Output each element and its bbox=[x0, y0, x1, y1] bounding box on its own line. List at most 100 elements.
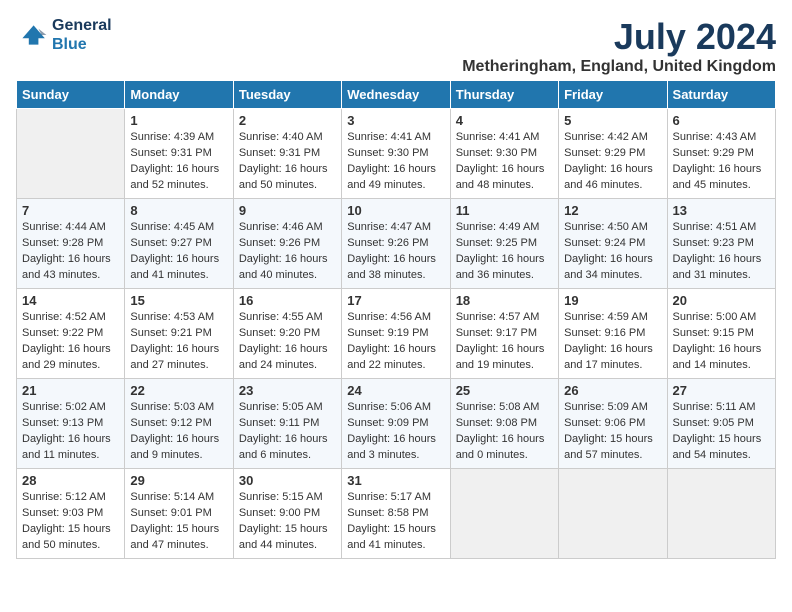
day-cell: 14 Sunrise: 4:52 AMSunset: 9:22 PMDayligh… bbox=[17, 289, 125, 379]
day-info: Sunrise: 4:40 AMSunset: 9:31 PMDaylight:… bbox=[239, 130, 336, 194]
day-info: Sunrise: 5:06 AMSunset: 9:09 PMDaylight:… bbox=[347, 400, 444, 464]
day-number: 17 bbox=[347, 293, 444, 308]
day-number: 27 bbox=[673, 383, 770, 398]
calendar-table: SundayMondayTuesdayWednesdayThursdayFrid… bbox=[16, 80, 776, 559]
day-cell: 4 Sunrise: 4:41 AMSunset: 9:30 PMDaylight… bbox=[450, 109, 558, 199]
col-header-friday: Friday bbox=[559, 81, 667, 109]
day-cell: 26Sunrise: 5:09 AMSunset: 9:06 PMDayligh… bbox=[559, 379, 667, 469]
logo-line1: General bbox=[52, 16, 112, 35]
day-cell bbox=[559, 469, 667, 559]
day-info: Sunrise: 4:41 AMSunset: 9:30 PMDaylight:… bbox=[456, 130, 553, 194]
month-title: July 2024 bbox=[462, 16, 776, 58]
day-number: 14 bbox=[22, 293, 119, 308]
day-number: 11 bbox=[456, 203, 553, 218]
day-cell: 19Sunrise: 4:59 AMSunset: 9:16 PMDayligh… bbox=[559, 289, 667, 379]
day-info: Sunrise: 4:53 AMSunset: 9:21 PMDaylight:… bbox=[130, 310, 227, 374]
page-header: General Blue July 2024 Metheringham, Eng… bbox=[16, 16, 776, 76]
logo-line2: Blue bbox=[52, 35, 112, 54]
col-header-thursday: Thursday bbox=[450, 81, 558, 109]
day-cell: 9 Sunrise: 4:46 AMSunset: 9:26 PMDaylight… bbox=[233, 199, 341, 289]
day-info: Sunrise: 4:39 AMSunset: 9:31 PMDaylight:… bbox=[130, 130, 227, 194]
day-number: 28 bbox=[22, 473, 119, 488]
day-cell: 11 Sunrise: 4:49 AMSunset: 9:25 PMDayligh… bbox=[450, 199, 558, 289]
col-header-sunday: Sunday bbox=[17, 81, 125, 109]
logo-icon bbox=[16, 19, 48, 51]
day-number: 7 bbox=[22, 203, 119, 218]
logo: General Blue bbox=[16, 16, 112, 54]
day-info: Sunrise: 4:44 AMSunset: 9:28 PMDaylight:… bbox=[22, 220, 119, 284]
day-cell: 17 Sunrise: 4:56 AMSunset: 9:19 PMDayligh… bbox=[342, 289, 450, 379]
day-info: Sunrise: 4:51 AMSunset: 9:23 PMDaylight:… bbox=[673, 220, 770, 284]
day-number: 15 bbox=[130, 293, 227, 308]
calendar-header-row: SundayMondayTuesdayWednesdayThursdayFrid… bbox=[17, 81, 776, 109]
day-cell: 10 Sunrise: 4:47 AMSunset: 9:26 PMDayligh… bbox=[342, 199, 450, 289]
day-cell bbox=[667, 469, 775, 559]
day-number: 6 bbox=[673, 113, 770, 128]
day-number: 22 bbox=[130, 383, 227, 398]
day-number: 25 bbox=[456, 383, 553, 398]
day-number: 16 bbox=[239, 293, 336, 308]
day-number: 1 bbox=[130, 113, 227, 128]
location-title: Metheringham, England, United Kingdom bbox=[462, 58, 776, 76]
day-info: Sunrise: 5:17 AMSunset: 8:58 PMDaylight:… bbox=[347, 490, 444, 554]
day-number: 31 bbox=[347, 473, 444, 488]
day-cell bbox=[450, 469, 558, 559]
day-cell: 5 Sunrise: 4:42 AMSunset: 9:29 PMDaylight… bbox=[559, 109, 667, 199]
col-header-monday: Monday bbox=[125, 81, 233, 109]
week-row-3: 14 Sunrise: 4:52 AMSunset: 9:22 PMDayligh… bbox=[17, 289, 776, 379]
day-info: Sunrise: 5:03 AMSunset: 9:12 PMDaylight:… bbox=[130, 400, 227, 464]
day-number: 4 bbox=[456, 113, 553, 128]
day-number: 23 bbox=[239, 383, 336, 398]
day-info: Sunrise: 4:56 AMSunset: 9:19 PMDaylight:… bbox=[347, 310, 444, 374]
day-number: 12 bbox=[564, 203, 661, 218]
day-info: Sunrise: 4:47 AMSunset: 9:26 PMDaylight:… bbox=[347, 220, 444, 284]
day-number: 5 bbox=[564, 113, 661, 128]
day-number: 9 bbox=[239, 203, 336, 218]
week-row-5: 28 Sunrise: 5:12 AMSunset: 9:03 PMDayligh… bbox=[17, 469, 776, 559]
day-info: Sunrise: 4:57 AMSunset: 9:17 PMDaylight:… bbox=[456, 310, 553, 374]
day-info: Sunrise: 4:49 AMSunset: 9:25 PMDaylight:… bbox=[456, 220, 553, 284]
day-info: Sunrise: 5:11 AMSunset: 9:05 PMDaylight:… bbox=[673, 400, 770, 464]
day-info: Sunrise: 4:42 AMSunset: 9:29 PMDaylight:… bbox=[564, 130, 661, 194]
day-cell: 22 Sunrise: 5:03 AMSunset: 9:12 PMDayligh… bbox=[125, 379, 233, 469]
week-row-1: 1 Sunrise: 4:39 AMSunset: 9:31 PMDaylight… bbox=[17, 109, 776, 199]
day-cell: 18 Sunrise: 4:57 AMSunset: 9:17 PMDayligh… bbox=[450, 289, 558, 379]
day-cell: 29Sunrise: 5:14 AMSunset: 9:01 PMDayligh… bbox=[125, 469, 233, 559]
day-cell: 30 Sunrise: 5:15 AMSunset: 9:00 PMDayligh… bbox=[233, 469, 341, 559]
col-header-tuesday: Tuesday bbox=[233, 81, 341, 109]
day-cell: 21 Sunrise: 5:02 AMSunset: 9:13 PMDayligh… bbox=[17, 379, 125, 469]
week-row-4: 21 Sunrise: 5:02 AMSunset: 9:13 PMDayligh… bbox=[17, 379, 776, 469]
day-info: Sunrise: 4:52 AMSunset: 9:22 PMDaylight:… bbox=[22, 310, 119, 374]
day-cell: 7 Sunrise: 4:44 AMSunset: 9:28 PMDaylight… bbox=[17, 199, 125, 289]
week-row-2: 7 Sunrise: 4:44 AMSunset: 9:28 PMDaylight… bbox=[17, 199, 776, 289]
day-number: 18 bbox=[456, 293, 553, 308]
day-number: 24 bbox=[347, 383, 444, 398]
col-header-wednesday: Wednesday bbox=[342, 81, 450, 109]
day-info: Sunrise: 4:55 AMSunset: 9:20 PMDaylight:… bbox=[239, 310, 336, 374]
day-info: Sunrise: 5:08 AMSunset: 9:08 PMDaylight:… bbox=[456, 400, 553, 464]
day-number: 3 bbox=[347, 113, 444, 128]
day-number: 29 bbox=[130, 473, 227, 488]
day-cell: 13 Sunrise: 4:51 AMSunset: 9:23 PMDayligh… bbox=[667, 199, 775, 289]
day-cell: 1 Sunrise: 4:39 AMSunset: 9:31 PMDaylight… bbox=[125, 109, 233, 199]
day-cell: 2Sunrise: 4:40 AMSunset: 9:31 PMDaylight… bbox=[233, 109, 341, 199]
day-info: Sunrise: 4:41 AMSunset: 9:30 PMDaylight:… bbox=[347, 130, 444, 194]
day-info: Sunrise: 5:02 AMSunset: 9:13 PMDaylight:… bbox=[22, 400, 119, 464]
day-cell bbox=[17, 109, 125, 199]
day-info: Sunrise: 4:46 AMSunset: 9:26 PMDaylight:… bbox=[239, 220, 336, 284]
day-info: Sunrise: 4:50 AMSunset: 9:24 PMDaylight:… bbox=[564, 220, 661, 284]
day-info: Sunrise: 5:12 AMSunset: 9:03 PMDaylight:… bbox=[22, 490, 119, 554]
day-number: 13 bbox=[673, 203, 770, 218]
day-info: Sunrise: 5:00 AMSunset: 9:15 PMDaylight:… bbox=[673, 310, 770, 374]
day-cell: 8Sunrise: 4:45 AMSunset: 9:27 PMDaylight… bbox=[125, 199, 233, 289]
day-info: Sunrise: 4:45 AMSunset: 9:27 PMDaylight:… bbox=[130, 220, 227, 284]
day-cell: 27 Sunrise: 5:11 AMSunset: 9:05 PMDayligh… bbox=[667, 379, 775, 469]
day-number: 10 bbox=[347, 203, 444, 218]
day-number: 30 bbox=[239, 473, 336, 488]
day-number: 19 bbox=[564, 293, 661, 308]
day-cell: 3 Sunrise: 4:41 AMSunset: 9:30 PMDaylight… bbox=[342, 109, 450, 199]
day-number: 21 bbox=[22, 383, 119, 398]
day-number: 20 bbox=[673, 293, 770, 308]
day-cell: 16 Sunrise: 4:55 AMSunset: 9:20 PMDayligh… bbox=[233, 289, 341, 379]
day-info: Sunrise: 5:15 AMSunset: 9:00 PMDaylight:… bbox=[239, 490, 336, 554]
